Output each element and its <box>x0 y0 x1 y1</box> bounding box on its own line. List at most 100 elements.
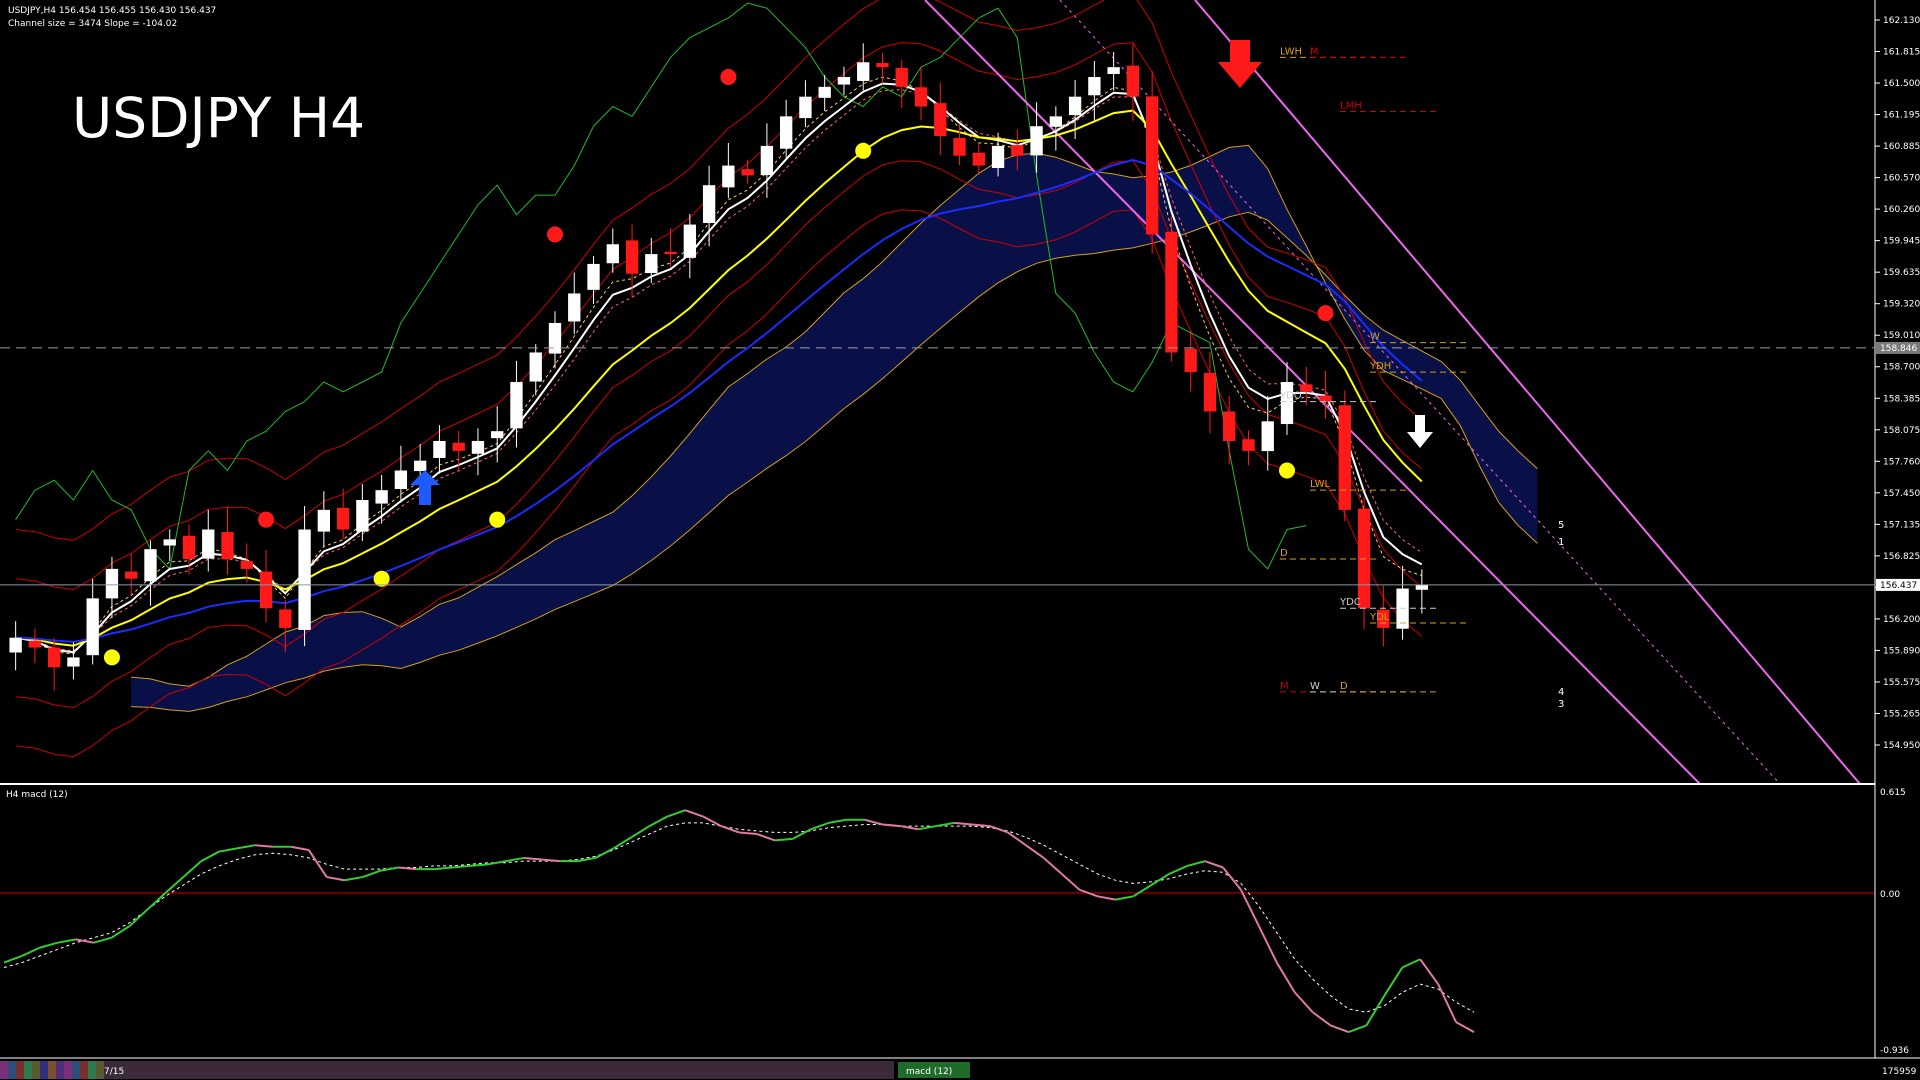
candle-body <box>452 442 465 451</box>
price-tick-label: 159.945 <box>1883 237 1920 247</box>
candle-body <box>857 62 870 81</box>
pivot-level-label: D <box>1280 548 1288 559</box>
pivot-level-label: D <box>1340 681 1348 692</box>
candle-body <box>1030 126 1043 156</box>
candle-body <box>279 609 292 628</box>
price-tick-label: 155.890 <box>1883 646 1920 656</box>
candle-body <box>182 535 196 560</box>
candle-body <box>625 240 639 274</box>
candle-body <box>1088 77 1101 96</box>
bottom-tab-swatch <box>72 1061 80 1079</box>
price-tick-label: 160.260 <box>1883 205 1920 215</box>
price-tick-label: 157.450 <box>1883 489 1920 499</box>
price-tick-label: 161.195 <box>1883 111 1920 121</box>
candle-body <box>606 244 619 264</box>
candle-body <box>683 224 697 258</box>
chart-big-title: USDJPY H4 <box>72 86 365 150</box>
pivot-level-label: YDH <box>1369 361 1391 372</box>
pivot-level-label: M <box>1280 681 1289 692</box>
sell-marker <box>258 511 275 528</box>
bottom-tab-strip[interactable] <box>0 1061 894 1079</box>
channel-info-line: Channel size = 3474 Slope = -104.02 <box>8 19 177 29</box>
candle-body <box>914 87 928 107</box>
candle-body <box>799 96 812 119</box>
candle-body <box>991 145 1005 169</box>
candle-body <box>28 640 42 648</box>
dashed-level-label: 158.846 <box>1880 344 1917 354</box>
candle-body <box>1242 439 1255 451</box>
sell-marker <box>1317 305 1334 322</box>
candle-body <box>1107 67 1120 74</box>
sell-marker <box>720 69 737 86</box>
macd-tick-bottom: -0.936 <box>1880 1046 1909 1056</box>
candle-body <box>375 490 388 504</box>
candle-body <box>1300 384 1313 392</box>
bottom-tab-swatch <box>32 1061 40 1079</box>
candle-body <box>587 263 600 290</box>
price-tick-label: 156.825 <box>1883 552 1920 562</box>
date-label: 7/15 <box>104 1067 124 1077</box>
candle-body <box>67 657 80 667</box>
projection-label: 4 <box>1558 687 1564 698</box>
candle-body <box>818 86 831 98</box>
macd-tab-label: macd (12) <box>906 1067 952 1077</box>
macd-tick-zero: 0.00 <box>1880 890 1900 900</box>
candle-body <box>837 77 851 85</box>
candle-body <box>741 169 754 176</box>
candle-body <box>664 251 677 255</box>
projection-label: 5 <box>1558 520 1564 531</box>
candle-body <box>1261 421 1274 452</box>
price-tick-label: 161.500 <box>1883 79 1920 89</box>
pivot-level-label: W <box>1310 681 1320 692</box>
current-price-label: 156.437 <box>1880 581 1917 591</box>
buy-marker <box>373 570 390 587</box>
candle-body <box>972 152 985 166</box>
candle-body <box>433 440 446 458</box>
candle-body <box>760 145 774 176</box>
bottom-tab-swatch <box>48 1061 56 1079</box>
price-tick-label: 156.200 <box>1883 615 1920 625</box>
bottom-tab-bar <box>104 1061 894 1079</box>
candle-body <box>356 500 369 532</box>
candle-body <box>779 116 793 149</box>
candle-body <box>471 440 485 454</box>
bottom-tab-swatch <box>24 1061 32 1079</box>
candle-body <box>336 507 350 530</box>
candle-body <box>1280 381 1294 425</box>
candle-body <box>953 137 966 156</box>
bottom-tab-swatch <box>96 1061 104 1079</box>
candle-body <box>1203 372 1217 412</box>
price-tick-label: 162.130 <box>1883 16 1920 26</box>
projection-label: 3 <box>1558 699 1564 710</box>
symbol-quote-line: USDJPY,H4 156.454 156.455 156.430 156.43… <box>8 6 216 16</box>
candle-body <box>1165 231 1178 353</box>
candle-body <box>240 561 253 569</box>
candle-body <box>510 381 523 429</box>
pivot-level-label: YDO <box>1279 391 1302 402</box>
price-tick-label: 160.570 <box>1883 174 1920 184</box>
bottom-tab-swatch <box>16 1061 24 1079</box>
candle-body <box>1126 65 1140 97</box>
bottom-tab-swatch <box>88 1061 96 1079</box>
candle-body <box>548 322 562 354</box>
candle-body <box>491 431 504 439</box>
candle-body <box>1011 145 1024 156</box>
bottom-tab-swatch <box>0 1061 8 1079</box>
candle-body <box>163 539 176 546</box>
candle-body <box>413 460 427 471</box>
candle-body <box>1184 348 1197 373</box>
candle-body <box>105 568 119 599</box>
candle-body <box>1338 405 1351 510</box>
candle-body <box>394 470 408 490</box>
pivot-level-label: LWH <box>1280 46 1302 57</box>
pivot-level-label: LMH <box>1340 100 1362 111</box>
candle-body <box>722 165 735 188</box>
volume-readout: 175959 <box>1882 1067 1917 1077</box>
bottom-tab-swatch <box>40 1061 48 1079</box>
chart-canvas[interactable]: LWH M LMH YDH YDO LWL YDC YDL M W D W D 5 1 43 162.130 1… <box>0 0 1920 1080</box>
pivot-level-label: W <box>1370 332 1380 343</box>
price-tick-label: 159.320 <box>1883 300 1920 310</box>
candle-body <box>298 529 311 630</box>
price-tick-label: 158.700 <box>1883 363 1920 373</box>
buy-marker <box>103 649 120 666</box>
